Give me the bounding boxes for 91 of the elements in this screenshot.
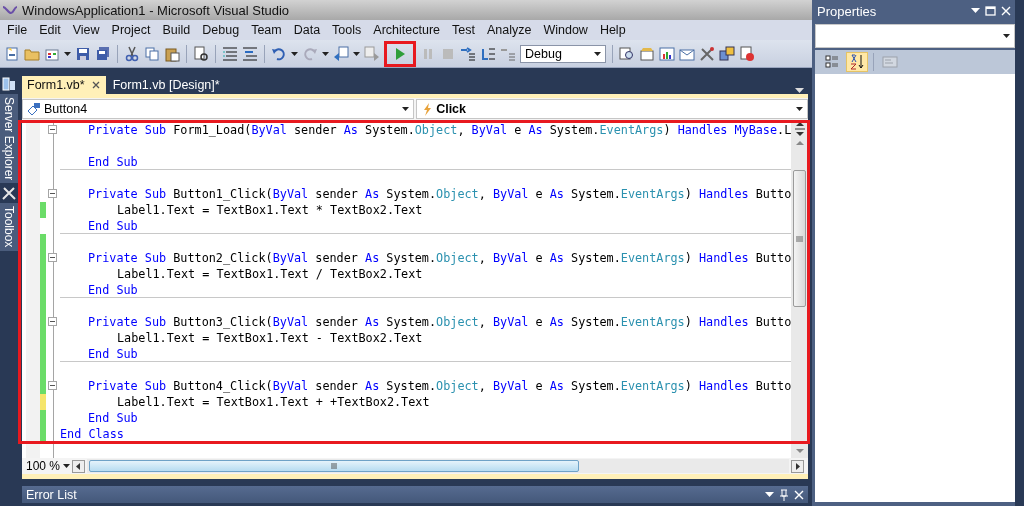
horizontal-scrollbar-thumb[interactable] [89, 460, 579, 472]
lightning-icon [421, 101, 434, 117]
code-line: End Sub [88, 154, 138, 169]
menu-item[interactable]: Test [446, 23, 481, 37]
code-line: Private Sub Button3_Click(ByVal sender As System.Object, ByVal e As System.EventArgs) Handles Butto [88, 314, 792, 330]
navigate-back-icon[interactable] [333, 45, 349, 62]
start-button[interactable] [384, 40, 416, 67]
event-dropdown[interactable]: Click [416, 99, 809, 119]
caret-icon[interactable] [64, 49, 71, 58]
code-line: End Sub [88, 282, 138, 297]
grip-icon [795, 235, 805, 242]
copy-icon[interactable] [144, 45, 160, 62]
code-line: End Sub [88, 346, 138, 361]
code-line: Private Sub Button1_Click(ByVal sender As System.Object, ByVal e As System.EventArgs) Handles Butto [88, 186, 792, 202]
new-project-icon[interactable] [4, 45, 20, 62]
cut-icon[interactable] [124, 45, 140, 62]
chart-window-icon[interactable] [659, 45, 675, 62]
menu-item[interactable]: Architecture [367, 23, 446, 37]
find-symbol-icon[interactable] [619, 45, 635, 62]
collapse-icon[interactable] [48, 381, 57, 390]
menu-item[interactable]: Build [156, 23, 197, 37]
document-tab[interactable]: Form1.vb* [22, 76, 106, 94]
sort-alphabetical-button[interactable] [846, 52, 868, 72]
menu-item[interactable]: Data [287, 23, 327, 37]
sidebar-tab[interactable]: Server Explorer [0, 94, 18, 184]
step-into-icon[interactable] [460, 45, 476, 62]
maximize-icon[interactable] [985, 6, 996, 16]
comment-icon[interactable] [222, 45, 238, 62]
caret-icon[interactable] [594, 49, 601, 58]
menu-item[interactable]: Analyze [480, 23, 538, 37]
menu-item[interactable]: File [1, 23, 34, 37]
server-explorer-icon[interactable] [1, 76, 17, 92]
collapse-icon[interactable] [48, 317, 57, 326]
code-line: End Sub [88, 218, 138, 233]
grip-icon [331, 462, 337, 470]
paste-icon[interactable] [164, 45, 180, 62]
window-title: WindowsApplication1 - Microsoft Visual Studio [22, 2, 290, 18]
dropdown-icon[interactable] [765, 491, 775, 498]
close-icon[interactable] [90, 80, 101, 90]
menu-item[interactable]: Tools [326, 23, 368, 37]
object-dropdown[interactable]: Button4 [22, 99, 415, 119]
panel-title: Error List [26, 487, 77, 502]
sidebar-tab[interactable]: Toolbox [0, 203, 18, 251]
menu-item[interactable]: Project [105, 23, 157, 37]
panel-title: Properties [817, 3, 877, 19]
code-line: Label1.Text = TextBox1.Text - TextBox2.Text [117, 330, 423, 346]
save-all-icon[interactable] [95, 45, 111, 62]
uncomment-icon[interactable] [242, 45, 258, 62]
pin-icon[interactable] [779, 488, 790, 501]
collapse-icon[interactable] [48, 189, 57, 198]
code-line: Private Sub Form1_Load(ByVal sender As System.Object, ByVal e As System.EventArgs) Handles MyBase.L [88, 122, 792, 138]
caret-icon[interactable] [402, 105, 410, 113]
caret-icon[interactable] [63, 462, 70, 470]
dropdown-icon[interactable] [971, 8, 980, 14]
code-line: Label1.Text = TextBox1.Text + +TextBox2.Text [117, 394, 430, 410]
windows-icon[interactable] [719, 45, 735, 62]
collapse-icon[interactable] [48, 125, 57, 134]
undo-icon[interactable] [271, 45, 287, 62]
caret-icon[interactable] [353, 49, 360, 58]
error-document-icon[interactable] [739, 45, 755, 62]
scroll-down-icon[interactable] [795, 448, 804, 454]
close-icon[interactable] [794, 489, 805, 500]
splitter-icon[interactable] [793, 122, 806, 136]
code-line: Private Sub Button2_Click(ByVal sender As System.Object, ByVal e As System.EventArgs) Handles Butto [88, 250, 792, 266]
code-line: Label1.Text = TextBox1.Text / TextBox2.Text [117, 266, 423, 282]
scroll-right-icon[interactable] [791, 459, 805, 473]
document-tab[interactable]: Form1.vb [Design]* [107, 76, 225, 94]
caret-icon[interactable] [1003, 32, 1010, 40]
caret-icon[interactable] [291, 49, 298, 58]
control-icon [27, 102, 41, 116]
menu-item[interactable]: View [66, 23, 106, 37]
configuration-dropdown[interactable]: Debug [520, 44, 606, 63]
code-line: End Class [60, 426, 124, 442]
code-line: Private Sub Button4_Click(ByVal sender As System.Object, ByVal e As System.EventArgs) Handles Butto [88, 378, 792, 394]
code-line: End Sub [88, 410, 138, 426]
find-icon[interactable] [193, 45, 209, 62]
menu-item[interactable]: Edit [33, 23, 67, 37]
save-icon[interactable] [75, 45, 91, 62]
menu-item[interactable]: Debug [196, 23, 246, 37]
collapse-icon[interactable] [48, 253, 57, 262]
menu-item[interactable]: Team [245, 23, 288, 37]
caret-icon[interactable] [322, 49, 329, 58]
menu-item[interactable]: Window [537, 23, 594, 37]
scroll-left-icon[interactable] [72, 459, 85, 473]
menu-item[interactable]: Help [593, 23, 632, 37]
zoom-dropdown[interactable]: 100 % [26, 459, 70, 473]
step-over-icon[interactable] [480, 45, 496, 62]
scroll-up-icon[interactable] [795, 140, 804, 146]
code-line: Label1.Text = TextBox1.Text * TextBox2.Text [117, 202, 423, 218]
close-icon[interactable] [1001, 6, 1011, 16]
caret-icon[interactable] [796, 105, 804, 113]
